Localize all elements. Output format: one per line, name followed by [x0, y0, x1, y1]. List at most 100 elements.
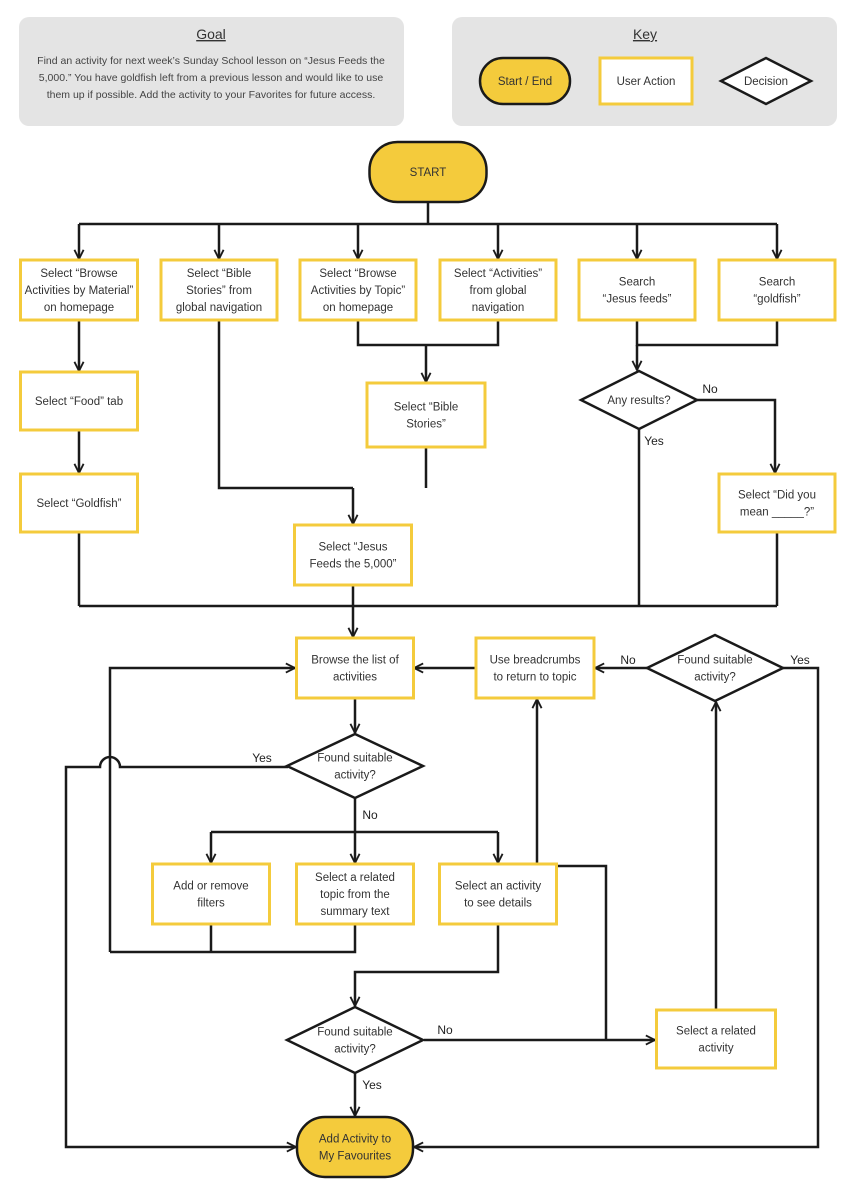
goal-text-line: 5,000.” You have goldfish left from a pr… — [39, 72, 384, 84]
node-label-line: mean _____?” — [740, 507, 814, 519]
node-label-line: Select “Jesus — [318, 542, 387, 554]
node-material: Select “Browse Activities by Material” on … — [19, 258, 139, 322]
action-shape — [293, 523, 413, 587]
connector-line — [697, 398, 775, 473]
edge-label-any-no: No — [702, 382, 718, 396]
connector-line — [356, 320, 500, 347]
node-label-line: “goldfish” — [753, 294, 800, 306]
node-label-line: Any results? — [607, 395, 670, 407]
node-label-line: on homepage — [44, 302, 114, 314]
node-topic: Select “Browse Activities by Topic” on hom… — [298, 258, 418, 322]
node-end: Add Activity to My Favourites — [295, 1115, 415, 1179]
node-related-activity: Select a related activity — [655, 1008, 777, 1070]
action-shape — [295, 636, 415, 700]
node-label-line: Select “Browse — [40, 268, 117, 280]
node-bible-nav: Select “Bible Stories” from global navigat… — [159, 258, 279, 322]
node-activities-nav: Select “Activities” from global navigation — [438, 258, 558, 322]
connector-line — [355, 924, 500, 1006]
action-shape — [577, 258, 697, 322]
node-label-line: Select “Food” tab — [35, 396, 123, 408]
node-label-line: activity? — [334, 770, 376, 782]
action-shape — [717, 258, 837, 322]
node-bible-stories: Select “Bible Stories” — [365, 381, 487, 449]
node-any-results: Any results? — [578, 369, 700, 431]
node-label-line: activity? — [694, 672, 736, 684]
node-goldfish: Select “Goldfish” — [19, 472, 139, 534]
node-label-line: Select “Bible — [394, 402, 459, 414]
node-search-jesus: Search “Jesus feeds” — [577, 258, 697, 322]
node-label-line: Feeds the 5,000” — [310, 559, 397, 571]
node-label-line: Select “Goldfish” — [36, 498, 121, 510]
action-shape — [717, 472, 837, 534]
node-label-line: Activities by Topic” — [311, 285, 406, 297]
node-label-line: filters — [197, 898, 225, 910]
node-label-line: to see details — [464, 898, 532, 910]
node-label-line: Select a related — [315, 872, 395, 884]
node-label-line: Select “Did you — [738, 490, 816, 502]
node-jesus-feeds: Select “Jesus Feeds the 5,000” — [293, 523, 413, 587]
node-did-you-mean: Select “Did you mean _____?” — [717, 472, 837, 534]
node-label-line: Stories” — [406, 419, 446, 431]
node-browse-list: Browse the list of activities — [295, 636, 415, 700]
decision-shape — [284, 1005, 426, 1075]
key-title: Key — [633, 26, 657, 42]
edge-label-bottom-no: No — [437, 1023, 453, 1037]
node-label-line: Browse the list of — [311, 655, 399, 667]
edge-label-top-yes: Yes — [790, 653, 810, 667]
goal-title: Goal — [196, 26, 226, 42]
action-shape — [655, 1008, 777, 1070]
key-user-action-label: User Action — [617, 76, 676, 88]
goal-panel: Goal Find an activity for next week’s Su… — [19, 17, 404, 126]
node-label-line: START — [410, 167, 447, 179]
node-label-line: summary text — [320, 906, 390, 918]
node-label-line: My Favourites — [319, 1151, 391, 1163]
action-shape — [438, 862, 558, 926]
goal-text-line: them up if possible. Add the activity to… — [47, 89, 376, 101]
node-label-line: on homepage — [323, 302, 393, 314]
node-label-line: Search — [619, 277, 655, 289]
connector-line — [635, 320, 779, 347]
node-label-line: Found suitable — [677, 655, 752, 667]
node-label-line: navigation — [472, 302, 524, 314]
terminal-shape — [295, 1115, 415, 1179]
node-label-line: Found suitable — [317, 753, 392, 765]
node-label-line: Search — [759, 277, 795, 289]
nodes: START Select “Browse Activities by Materia… — [19, 140, 837, 1179]
action-shape — [365, 381, 487, 449]
decision-shape — [284, 732, 426, 800]
node-breadcrumbs: Use breadcrumbs to return to topic — [474, 636, 596, 700]
key-start-end-label: Start / End — [498, 76, 552, 88]
edge-label-mid-no: No — [362, 808, 378, 822]
goal-text-line: Find an activity for next week’s Sunday … — [37, 55, 385, 67]
node-label-line: activity? — [334, 1044, 376, 1056]
node-label-line: Select “Activities” — [454, 268, 542, 280]
edge-label-top-no: No — [620, 653, 636, 667]
node-label-line: Found suitable — [317, 1027, 392, 1039]
edge-label-any-yes: Yes — [644, 434, 664, 448]
node-label-line: Select a related — [676, 1026, 756, 1038]
node-label-line: to return to topic — [493, 672, 576, 684]
connector-line — [110, 924, 357, 954]
action-shape — [151, 862, 271, 926]
node-search-goldfish: Search “goldfish” — [717, 258, 837, 322]
node-label-line: activity — [698, 1043, 733, 1055]
flowchart: Goal Find an activity for next week’s Su… — [19, 17, 837, 1179]
node-label-line: Select an activity — [455, 881, 542, 893]
node-label-line: Add or remove — [173, 881, 248, 893]
node-activity-details: Select an activity to see details — [438, 862, 558, 926]
node-label-line: “Jesus feeds” — [602, 294, 671, 306]
action-shape — [474, 636, 596, 700]
node-related-topic: Select a related topic from the summary te… — [295, 862, 415, 926]
node-label-line: activities — [333, 672, 377, 684]
node-label-line: Select “Bible — [187, 268, 252, 280]
node-start: START — [368, 140, 488, 204]
node-filters: Add or remove filters — [151, 862, 271, 926]
node-found-mid: Found suitable activity? — [284, 732, 426, 800]
node-label-line: Select “Browse — [319, 268, 396, 280]
edge-label-bottom-yes: Yes — [362, 1078, 382, 1092]
node-found-bottom: Found suitable activity? — [284, 1005, 426, 1075]
node-food-tab: Select “Food” tab — [19, 370, 139, 432]
connector-line — [217, 320, 353, 490]
node-label-line: from global — [470, 285, 527, 297]
node-label-line: Activities by Material” — [25, 285, 134, 297]
